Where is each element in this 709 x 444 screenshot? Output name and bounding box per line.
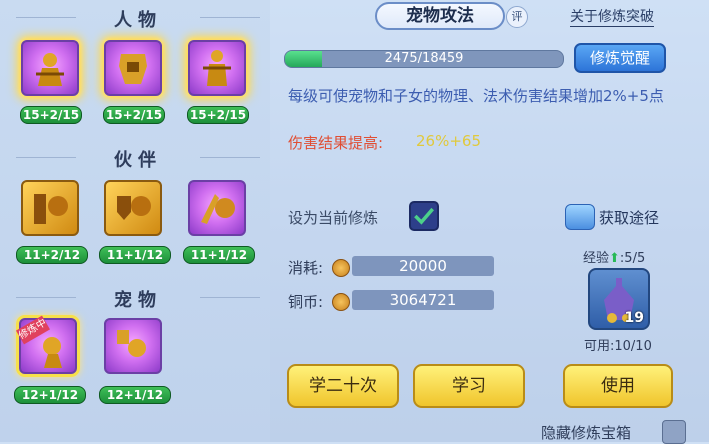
partner-skill-slot-1[interactable] xyxy=(21,180,79,236)
lion-warrior-icon xyxy=(34,194,68,224)
section-title-partner: 伙伴 xyxy=(16,146,260,172)
warrior-figure-icon xyxy=(203,50,231,86)
get-path-label: 获取途径 xyxy=(599,208,660,227)
exp-indicator: 经验⬆:5/5 xyxy=(583,247,645,266)
use-button[interactable]: 使用 xyxy=(563,364,673,408)
learn-button[interactable]: 学习 xyxy=(413,364,525,408)
cultivation-category-panel: 人物 15+2/15 15+2/15 15+2/15 伙伴 11+2/12 11… xyxy=(0,0,270,442)
character-skill-slot-1[interactable] xyxy=(21,40,79,96)
lion-shield-icon xyxy=(117,196,151,220)
partner-slot-2-level: 11+1/12 xyxy=(99,246,171,264)
book-icon xyxy=(565,204,595,230)
section-title-pet: 宠物 xyxy=(16,286,260,312)
character-slot-1-level: 15+2/15 xyxy=(20,106,82,124)
exp-value: :5/5 xyxy=(619,251,646,266)
character-slot-2-level: 15+2/15 xyxy=(103,106,165,124)
guardian-figure-icon xyxy=(36,53,64,86)
copper-label: 铜币: xyxy=(288,293,324,311)
coin-icon xyxy=(332,259,350,277)
partner-slot-1-level: 11+2/12 xyxy=(16,246,88,264)
awaken-button[interactable]: 修炼觉醒 xyxy=(574,43,666,73)
section-title-character: 人物 xyxy=(16,6,260,32)
pet-slot-1-level: 12+1/12 xyxy=(14,386,86,404)
exp-label: 经验 xyxy=(583,251,610,266)
pet-cat-armor-icon xyxy=(117,330,146,357)
lion-claw-icon xyxy=(201,194,235,224)
cultivation-progress-bar: 2475/18459 xyxy=(284,50,564,68)
copper-coin-icon xyxy=(332,293,350,311)
character-slot-3-level: 15+2/15 xyxy=(187,106,249,124)
tab-pet-attack[interactable]: 宠物攻法 xyxy=(375,2,505,30)
item-count: 19 xyxy=(624,310,644,326)
hide-chest-checkbox[interactable] xyxy=(662,420,686,444)
exp-up-arrow-icon: ⬆ xyxy=(609,251,620,266)
partner-slot-3-level: 11+1/12 xyxy=(183,246,255,264)
skill-description: 每级可使宠物和子女的物理、法术伤害结果增加2%+5点 xyxy=(288,87,664,105)
cultivation-chest-item[interactable]: 19 xyxy=(588,268,650,330)
about-breakthrough-link[interactable]: 关于修炼突破 xyxy=(570,6,654,27)
character-skill-slot-2[interactable] xyxy=(104,40,162,96)
checkmark-icon xyxy=(414,207,434,225)
set-current-checkbox[interactable] xyxy=(409,201,439,231)
partner-skill-slot-3[interactable] xyxy=(188,180,246,236)
cost-value: 20000 xyxy=(352,256,494,276)
set-current-label: 设为当前修炼 xyxy=(288,209,379,227)
progress-text: 2475/18459 xyxy=(384,51,464,66)
rating-icon[interactable]: 评 xyxy=(506,6,528,28)
bonus-value: 26%+65 xyxy=(416,132,481,150)
partner-skill-slot-2[interactable] xyxy=(104,180,162,236)
get-path-button[interactable]: 获取途径 xyxy=(565,204,659,230)
learn-twenty-button[interactable]: 学二十次 xyxy=(287,364,399,408)
cost-label: 消耗: xyxy=(288,259,324,277)
pet-skill-slot-2[interactable] xyxy=(104,318,162,374)
character-skill-slot-3[interactable] xyxy=(188,40,246,96)
item-available: 可用:10/10 xyxy=(584,339,652,354)
pet-slot-2-level: 12+1/12 xyxy=(99,386,171,404)
armor-icon xyxy=(119,54,147,84)
bonus-label: 伤害结果提高: xyxy=(288,134,384,152)
copper-value: 3064721 xyxy=(352,290,494,310)
hide-chest-label: 隐藏修炼宝箱 xyxy=(541,424,632,442)
